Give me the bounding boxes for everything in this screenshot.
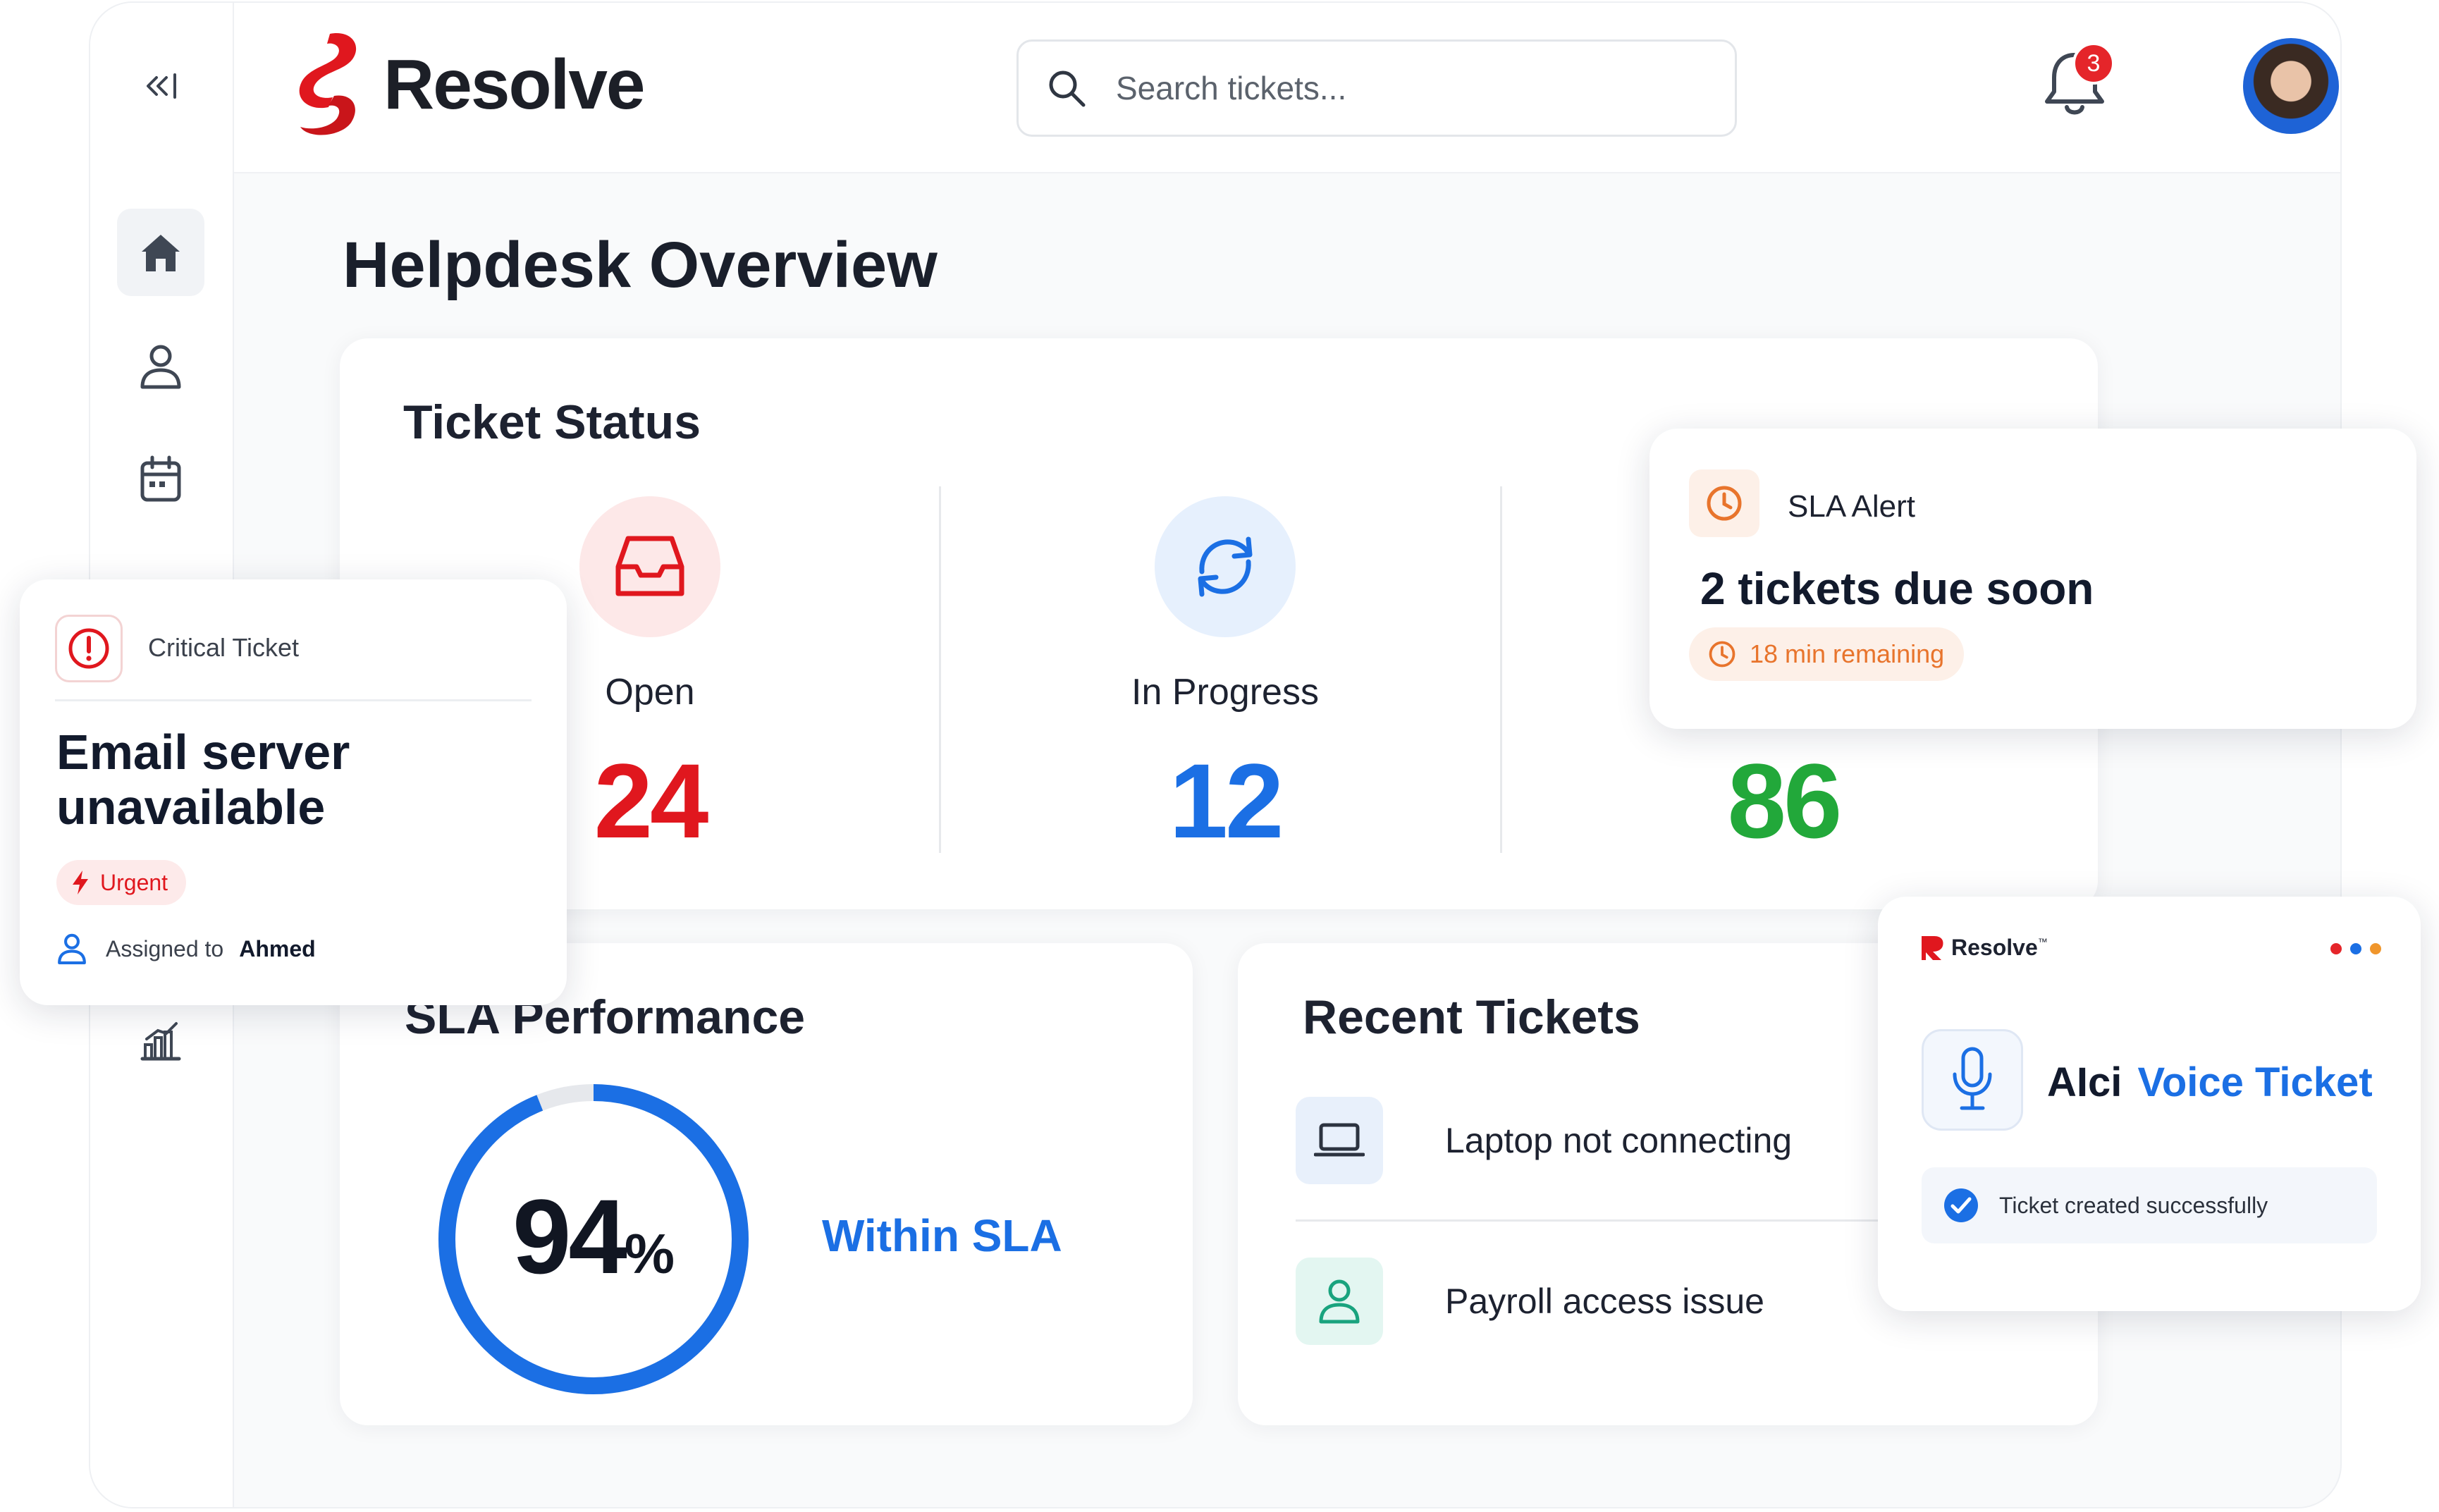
open-status-icon-wrap xyxy=(579,496,720,637)
voice-ticket-title-highlight: Voice Ticket xyxy=(2137,1059,2373,1105)
chart-icon xyxy=(140,1022,181,1061)
check-circle-icon xyxy=(1944,1188,1978,1222)
urgent-badge: Urgent xyxy=(56,860,187,905)
dot-red xyxy=(2330,943,2342,954)
user-avatar[interactable] xyxy=(2243,38,2339,134)
sla-alert-headline: 2 tickets due soon xyxy=(1700,563,2094,614)
alert-circle-icon xyxy=(68,628,109,669)
assignee-name: Ahmed xyxy=(239,935,316,961)
lightning-icon xyxy=(73,871,88,895)
sla-within-label: Within SLA xyxy=(822,1210,1062,1261)
critical-ticket-label: Critical Ticket xyxy=(148,633,300,662)
resolved-status-value: 86 xyxy=(1727,742,1843,860)
in-progress-status-value: 12 xyxy=(1169,742,1284,860)
app-name: Resolve xyxy=(383,44,646,124)
sla-percent-readout: 94% xyxy=(431,1176,756,1298)
microphone-icon xyxy=(1953,1047,1992,1110)
voice-ticket-card[interactable]: Resolve ™ AIci Voice Ticket Ticket creat… xyxy=(1878,897,2421,1311)
trademark-mark: ™ xyxy=(2037,936,2048,947)
recent-ticket-label: Laptop not connecting xyxy=(1445,1121,1793,1160)
user-icon xyxy=(1296,1258,1383,1345)
collapse-sidebar-icon[interactable] xyxy=(141,65,183,107)
clock-icon-wrap xyxy=(1689,469,1759,537)
laptop-icon xyxy=(1296,1097,1383,1184)
inbox-icon xyxy=(615,536,684,596)
sla-alert-title: SLA Alert xyxy=(1788,489,1916,524)
dot-orange xyxy=(2370,943,2381,954)
critical-ticket-headline: Email server unavailable xyxy=(56,725,350,835)
microphone-icon-wrap[interactable] xyxy=(1922,1029,2023,1131)
voice-ticket-title-prefix: AIci xyxy=(2047,1059,2122,1105)
in-progress-status-label: In Progress xyxy=(1131,672,1319,713)
user-icon xyxy=(140,345,181,389)
sla-percent-sign: % xyxy=(624,1222,675,1285)
page-title: Helpdesk Overview xyxy=(343,229,938,301)
voice-ticket-brand: Resolve ™ xyxy=(1917,933,2048,961)
notification-count-badge: 3 xyxy=(2072,42,2115,85)
resolve-logo-icon xyxy=(299,32,357,135)
sidebar-item-reports[interactable] xyxy=(117,997,204,1084)
critical-ticket-divider xyxy=(55,699,532,701)
sidebar-item-users[interactable] xyxy=(117,323,204,410)
remaining-time-label: 18 min remaining xyxy=(1750,639,1945,668)
critical-ticket-card[interactable]: Critical Ticket Email server unavailable… xyxy=(20,579,567,1005)
search-input[interactable] xyxy=(1116,69,1652,107)
clock-icon xyxy=(1709,641,1735,668)
clock-icon xyxy=(1707,486,1742,521)
window-dots xyxy=(2330,943,2381,954)
assigned-to-prefix: Assigned to xyxy=(106,935,224,961)
in-progress-icon-wrap xyxy=(1155,496,1296,637)
search-icon xyxy=(1049,70,1086,107)
ticket-created-label: Ticket created successfully xyxy=(1999,1192,2268,1218)
calendar-icon xyxy=(140,455,181,502)
sidebar-item-home[interactable] xyxy=(117,209,204,296)
assigned-to-row: Assigned to Ahmed xyxy=(56,932,316,966)
recent-ticket-item[interactable]: Payroll access issue xyxy=(1296,1258,1764,1345)
voice-ticket-brand-name: Resolve xyxy=(1951,934,2038,960)
recent-tickets-title: Recent Tickets xyxy=(1303,990,1640,1044)
sla-performance-card: SLA Performance 94% Within SLA xyxy=(340,943,1193,1425)
resolve-r-logo-icon xyxy=(1922,936,1943,960)
dot-blue xyxy=(2350,943,2361,954)
alert-icon-wrap xyxy=(55,615,123,682)
refresh-icon xyxy=(1198,536,1253,597)
user-icon xyxy=(58,933,86,964)
recent-ticket-label: Payroll access issue xyxy=(1445,1281,1764,1321)
app-logo[interactable]: Resolve xyxy=(288,28,646,141)
sla-alert-card[interactable]: SLA Alert 2 tickets due soon 18 min rema… xyxy=(1649,429,2416,729)
search-bar[interactable] xyxy=(1016,39,1737,137)
recent-ticket-item[interactable]: Laptop not connecting xyxy=(1296,1097,1792,1184)
voice-ticket-title: AIci Voice Ticket xyxy=(2047,1059,2373,1106)
ticket-created-status: Ticket created successfully xyxy=(1922,1167,2377,1243)
status-divider xyxy=(1500,486,1502,853)
urgent-badge-label: Urgent xyxy=(100,869,168,895)
remaining-time-badge: 18 min remaining xyxy=(1689,627,1965,681)
ticket-status-title: Ticket Status xyxy=(403,395,701,449)
status-divider xyxy=(939,486,941,853)
home-icon xyxy=(142,235,180,271)
sidebar-item-calendar[interactable] xyxy=(117,436,204,523)
sla-percent-value: 94 xyxy=(512,1177,627,1296)
